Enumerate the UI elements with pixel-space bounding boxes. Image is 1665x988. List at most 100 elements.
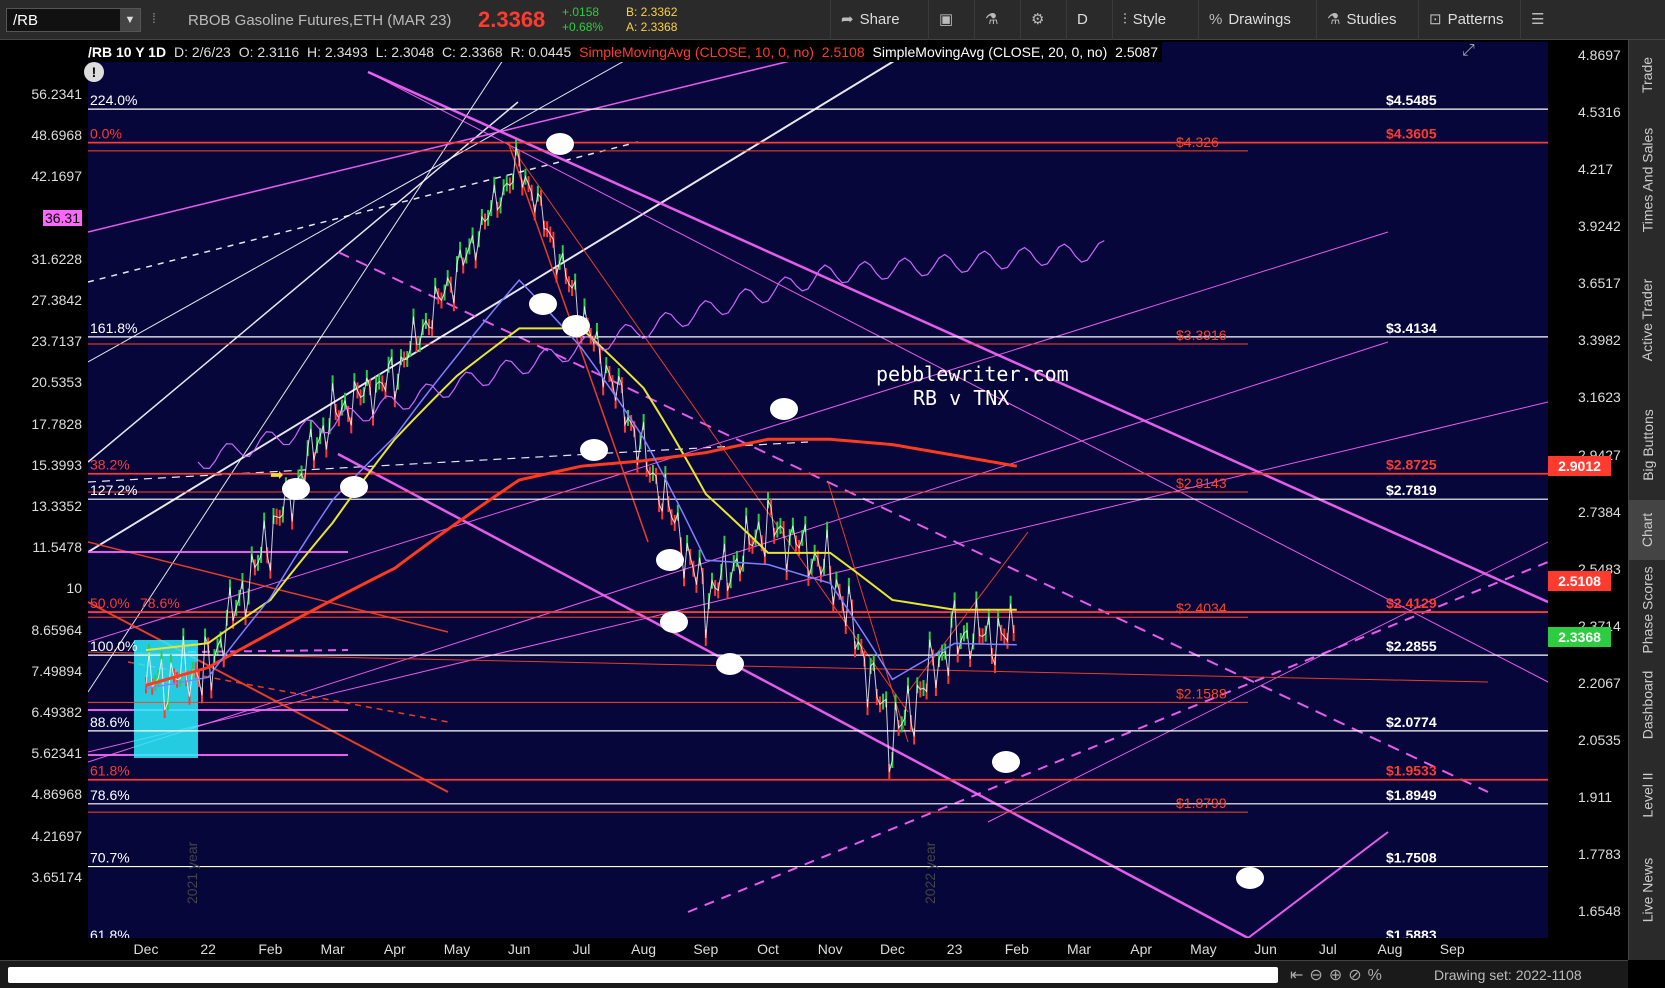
left-axis-tick: 7.49894 [31, 662, 82, 679]
right-level-label: $1.7508 [1386, 850, 1437, 866]
legend-sma20-value: 2.5087 [1115, 44, 1158, 60]
time-axis-tick: 23 [946, 941, 963, 957]
left-pct-label: 88.6% [90, 714, 130, 730]
trend-line [88, 42, 928, 553]
button-label: Share [859, 11, 900, 28]
left-pct-label: 0.0% [90, 126, 122, 142]
price-change: +.0158 +0.68% [562, 5, 603, 35]
marker-ellipse [1236, 867, 1264, 889]
zoom-out-icon[interactable]: ⊖ [1309, 967, 1328, 984]
left-axis-tick: 13.3352 [31, 498, 82, 514]
camera-button[interactable]: ▣ [928, 0, 974, 40]
drawing-set-label[interactable]: Drawing set: 2022-1108 [1434, 967, 1582, 983]
sidebar-tab-chart[interactable]: Chart [1629, 500, 1665, 560]
legend-sma10[interactable]: SimpleMovingAvg (CLOSE, 10, 0, no) [579, 44, 814, 60]
right-axis-tick: 3.9242 [1578, 218, 1621, 235]
drag-handle-icon[interactable]: ⁞ [152, 10, 160, 30]
right-axis-tick: 1.911 [1578, 789, 1612, 806]
button-label: D [1077, 11, 1088, 28]
time-axis-tick: Dec [879, 941, 905, 957]
time-axis-tick: Feb [258, 941, 283, 957]
sidebar-tab-label: Active Trader [1639, 278, 1656, 362]
sidebar-tab-big-buttons[interactable]: Big Buttons [1629, 390, 1665, 500]
legend-sma20[interactable]: SimpleMovingAvg (CLOSE, 20, 0, no) [873, 44, 1108, 60]
chart-svg: ➡ $4.5485 $4.3605 $3.4134 $2.8725 $2.7819 $2.4… [88, 42, 1548, 938]
left-axis-tick: 15.3993 [31, 456, 82, 473]
sidebar-tab-active-trader[interactable]: Active Trader [1629, 250, 1665, 390]
left-axis-tick: 5.62341 [31, 745, 82, 762]
sidebar-tab-phase-scores[interactable]: Phase Scores [1629, 560, 1665, 660]
studies-icon: ⚗ [1327, 11, 1341, 28]
trend-line [337, 251, 1489, 793]
marker-ellipse [340, 476, 368, 498]
flask-icon: ⚗ [985, 11, 999, 28]
chart-plot[interactable]: ➡ $4.5485 $4.3605 $3.4134 $2.8725 $2.7819 $2.4… [88, 42, 1548, 938]
legend-close: C: 2.3368 [441, 44, 503, 60]
legend-sma10-value: 2.5108 [821, 44, 865, 60]
marker-ellipse [580, 439, 608, 461]
marker-ellipse [282, 478, 310, 500]
right-axis-tick: 4.8697 [1578, 46, 1621, 63]
menu-button[interactable]: ☰ [1520, 0, 1560, 40]
button-label: Style [1132, 11, 1167, 28]
price-badge: 2.9012 [1548, 455, 1611, 476]
sidebar-tab-times-and-sales[interactable]: Times And Sales [1629, 110, 1665, 250]
chevron-down-icon[interactable]: ▼ [120, 9, 140, 31]
chart-scrollbar[interactable] [8, 967, 1278, 983]
legend-range: R: 0.0445 [510, 44, 572, 60]
zoom-fit-icon[interactable]: ⊘ [1348, 967, 1367, 984]
price-badge: 2.5108 [1548, 570, 1611, 591]
expand-icon[interactable]: ⤢ [1462, 42, 1475, 60]
button-label: Drawings [1228, 11, 1291, 28]
percent-icon[interactable]: % [1368, 967, 1388, 984]
scroll-left-icon[interactable]: ⇤ [1290, 967, 1309, 984]
right-level-label: $3.4134 [1386, 320, 1437, 336]
right-axis-tick: 2.2067 [1578, 674, 1621, 691]
style-icon: ⫶ [1123, 11, 1127, 28]
right-price-axis[interactable]: 4.8697 4.5316 4.217 3.9242 3.6517 3.3982 3.162… [1548, 42, 1628, 938]
left-axis-tick: 11.5478 [32, 539, 82, 556]
left-price-axis[interactable]: 56.2341 48.6968 42.1697 36.31 31.6228 27.3842… [0, 42, 88, 938]
year-2021-label: 2021 year [184, 841, 200, 904]
legend-title: /RB 10 Y 1D [88, 44, 167, 60]
share-icon: ➦ [841, 11, 854, 28]
time-axis-tick: Aug [1377, 941, 1403, 957]
share-button[interactable]: ➦ Share [830, 0, 928, 40]
alert-icon[interactable]: ! [84, 62, 104, 82]
trend-line [187, 649, 349, 653]
time-axis[interactable]: Dec 22 Feb Mar Apr May Jun Jul Aug Sep Oct Nov Dec 23… [88, 938, 1548, 960]
left-axis-tick: 8.65964 [31, 621, 82, 638]
marker-ellipse [562, 315, 590, 337]
zoom-in-icon[interactable]: ⊕ [1329, 967, 1348, 984]
sidebar-tab-live-news[interactable]: Live News [1629, 840, 1665, 940]
patterns-button[interactable]: ⊡ Patterns [1418, 0, 1520, 40]
right-level-label: $2.4129 [1386, 595, 1437, 611]
drawings-button[interactable]: % Drawings [1198, 0, 1316, 40]
left-pct-label: 78.6% [140, 595, 180, 611]
studies-button[interactable]: ⚗ Studies [1316, 0, 1418, 40]
right-level-label: $1.5883 [1386, 927, 1437, 938]
d-button[interactable]: D [1066, 0, 1112, 40]
marker-ellipse [529, 293, 557, 315]
flask-button[interactable]: ⚗ [974, 0, 1020, 40]
sidebar-tab-trade[interactable]: Trade [1629, 40, 1665, 110]
gear-button[interactable]: ⚙ [1020, 0, 1066, 40]
trend-line [88, 101, 519, 463]
bottom-bar: ⇤⊖⊕⊘% Drawing set: 2022-1108 [0, 960, 1628, 988]
time-axis-tick: Oct [757, 941, 779, 957]
year-2022-label: 2022 year [922, 841, 938, 904]
sidebar-tab-label: Live News [1639, 857, 1656, 923]
time-axis-tick: Jul [572, 941, 591, 957]
left-pct-label: 50.0% [90, 595, 130, 611]
left-axis-tick: 27.3842 [31, 292, 82, 308]
ask-value: A: 2.3368 [626, 20, 678, 34]
marker-ellipse [770, 398, 798, 420]
sidebar-tab-dashboard[interactable]: Dashboard [1629, 660, 1665, 750]
change-value: +.0158 [562, 5, 600, 19]
time-axis-tick: May [1190, 941, 1217, 957]
sidebar-tab-level-ii[interactable]: Level II [1629, 750, 1665, 840]
marker-ellipse [546, 133, 574, 155]
style-button[interactable]: ⫶ Style [1112, 0, 1198, 40]
left-pct-label: 70.7% [90, 850, 130, 866]
mid-level-label: $4.326 [1176, 134, 1219, 150]
